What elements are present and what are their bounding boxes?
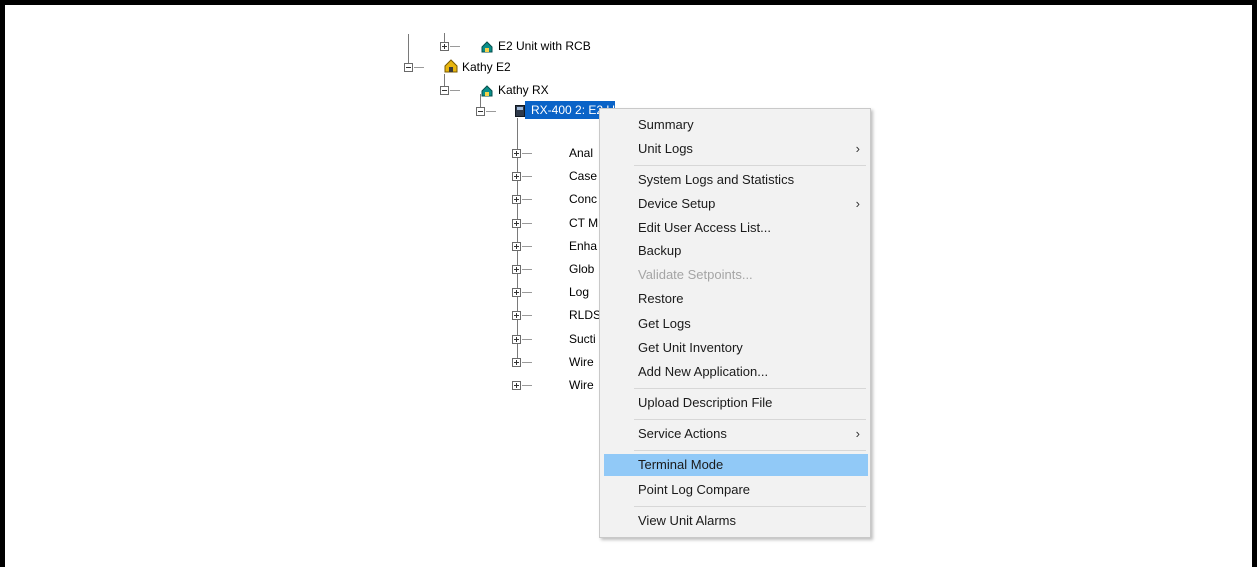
tree-connector (522, 223, 532, 224)
unit-icon (481, 84, 493, 102)
tree-node-label[interactable]: Kathy RX (498, 82, 549, 98)
menu-item-view-unit-alarms[interactable]: View Unit Alarms (604, 510, 868, 532)
tree-connector (522, 362, 532, 363)
collapse-toggle[interactable] (476, 107, 485, 116)
expand-toggle[interactable] (512, 149, 521, 158)
tree-connector (522, 153, 532, 154)
child-node-label[interactable]: Anal (569, 145, 599, 161)
child-node-label[interactable]: Glob (569, 261, 599, 277)
menu-item-label: Service Actions (638, 426, 727, 441)
child-node-label[interactable]: RLDS (569, 307, 599, 323)
submenu-arrow-icon: › (855, 141, 860, 156)
menu-item-label: Device Setup (638, 196, 716, 211)
menu-item-device-setup[interactable]: Device Setup › (604, 193, 868, 215)
menu-item-label: Add New Application... (638, 364, 769, 379)
menu-separator (634, 165, 866, 166)
controller-icon (515, 104, 525, 122)
submenu-arrow-icon: › (855, 426, 860, 441)
menu-separator (634, 506, 866, 507)
child-node-label[interactable]: Conc (569, 191, 599, 207)
menu-item-backup[interactable]: Backup (604, 240, 868, 262)
menu-separator (634, 450, 866, 451)
menu-item-label: Edit User Access List... (638, 220, 771, 235)
expand-toggle[interactable] (512, 311, 521, 320)
context-menu: Summary Unit Logs › System Logs and Stati… (599, 108, 871, 538)
tree-connector (522, 269, 532, 270)
expand-toggle[interactable] (512, 172, 521, 181)
expand-toggle[interactable] (512, 242, 521, 251)
tree-connector (408, 34, 409, 66)
tree-connector (522, 339, 532, 340)
menu-separator (634, 388, 866, 389)
menu-item-label: Point Log Compare (638, 482, 751, 497)
menu-item-label: Upload Description File (638, 395, 773, 410)
child-node-label[interactable]: Enha (569, 238, 599, 254)
tree-connector (450, 46, 460, 47)
menu-item-point-log-compare[interactable]: Point Log Compare (604, 479, 868, 501)
expand-toggle[interactable] (512, 288, 521, 297)
expand-toggle[interactable] (440, 42, 449, 51)
tree-node-label[interactable]: E2 Unit with RCB (498, 38, 591, 54)
child-node-label[interactable]: CT M (569, 215, 599, 231)
collapse-toggle[interactable] (404, 63, 413, 72)
menu-item-label: View Unit Alarms (638, 513, 737, 528)
expand-toggle[interactable] (512, 265, 521, 274)
menu-item-get-unit-inventory[interactable]: Get Unit Inventory (604, 337, 868, 359)
submenu-arrow-icon: › (855, 196, 860, 211)
menu-item-label: System Logs and Statistics (638, 172, 795, 187)
menu-item-edit-user-access[interactable]: Edit User Access List... (604, 217, 868, 239)
menu-item-label: Unit Logs (638, 141, 693, 156)
expand-toggle[interactable] (512, 195, 521, 204)
menu-item-label: Get Unit Inventory (638, 340, 743, 355)
tree-connector (522, 385, 532, 386)
expand-toggle[interactable] (512, 381, 521, 390)
menu-item-upload-description-file[interactable]: Upload Description File (604, 392, 868, 414)
menu-separator (634, 419, 866, 420)
menu-item-restore[interactable]: Restore (604, 288, 868, 310)
expand-toggle[interactable] (512, 219, 521, 228)
tree-connector (522, 176, 532, 177)
tree-connector (522, 292, 532, 293)
menu-item-summary[interactable]: Summary (604, 114, 868, 136)
menu-item-label: Validate Setpoints... (638, 267, 753, 282)
expand-toggle[interactable] (512, 335, 521, 344)
menu-item-get-logs[interactable]: Get Logs (604, 313, 868, 335)
menu-item-label: Restore (638, 291, 684, 306)
child-node-label[interactable]: Wire (569, 354, 599, 370)
menu-item-label: Get Logs (638, 316, 691, 331)
tree-connector (522, 315, 532, 316)
tree-connector (522, 246, 532, 247)
menu-item-label: Terminal Mode (638, 457, 724, 472)
menu-item-validate-setpoints: Validate Setpoints... (604, 264, 868, 286)
tree-connector (414, 67, 424, 68)
unit-icon (481, 40, 493, 58)
tree-connector (522, 199, 532, 200)
expand-toggle[interactable] (512, 358, 521, 367)
site-icon (444, 59, 458, 78)
tree-connector (450, 90, 460, 91)
tree-connector (486, 111, 496, 112)
menu-item-label: Backup (638, 243, 682, 258)
collapse-toggle[interactable] (440, 86, 449, 95)
child-node-label[interactable]: Case (569, 168, 599, 184)
menu-item-unit-logs[interactable]: Unit Logs › (604, 138, 868, 160)
child-node-label[interactable]: Wire (569, 377, 599, 393)
child-node-label[interactable]: Log (569, 284, 599, 300)
menu-item-terminal-mode[interactable]: Terminal Mode (604, 454, 868, 476)
menu-item-label: Summary (638, 117, 694, 132)
menu-item-service-actions[interactable]: Service Actions › (604, 423, 868, 445)
tree-node-label[interactable]: Kathy E2 (462, 59, 511, 75)
menu-item-system-logs[interactable]: System Logs and Statistics (604, 169, 868, 191)
child-node-label[interactable]: Sucti (569, 331, 599, 347)
menu-item-add-new-application[interactable]: Add New Application... (604, 361, 868, 383)
